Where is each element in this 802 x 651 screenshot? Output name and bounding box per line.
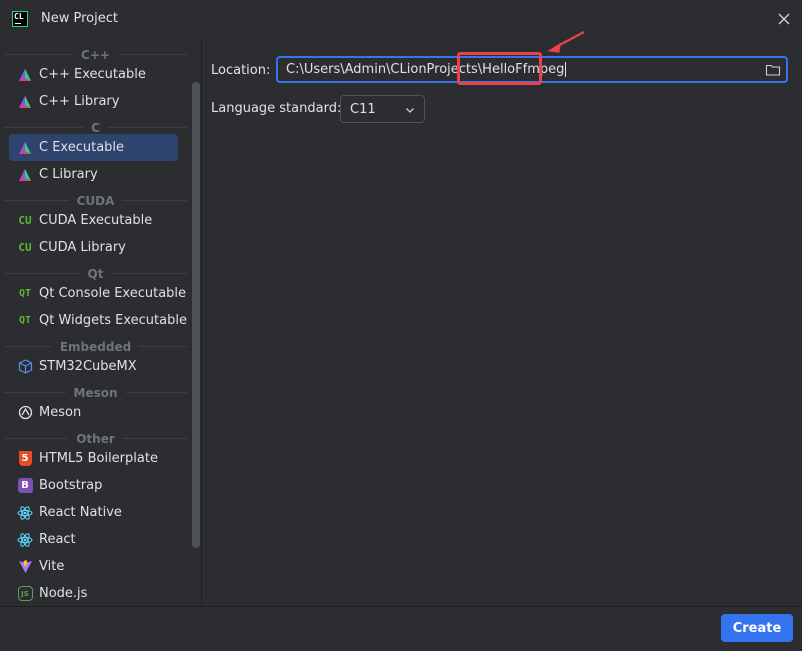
sidebar-item-cuda-library[interactable]: CU CUDA Library [9,234,178,261]
group-header: C [4,120,187,135]
chevron-down-icon [406,108,414,113]
sidebar-item-label: STM32CubeMX [39,359,137,374]
sidebar-item-c-executable[interactable]: C++ Executable [9,61,178,88]
sidebar-item-c-library[interactable]: C Library [9,161,178,188]
cube-icon [17,359,33,375]
sidebar-item-label: Bootstrap [39,478,103,493]
language-standard-value: C11 [350,101,376,117]
project-settings-panel [202,40,802,606]
sidebar-item-node-js[interactable]: JS Node.js [9,580,178,606]
sidebar-item-label: C Library [39,167,98,182]
bootstrap-icon: B [17,478,33,494]
clion-triangle-icon [17,94,33,110]
sidebar-item-qt-console-executable[interactable]: QT Qt Console Executable [9,280,186,307]
sidebar-item-stm32cubemx[interactable]: STM32CubeMX [9,353,178,380]
location-label: Location: [211,63,271,78]
location-input[interactable]: C:\Users\Admin\CLionProjects\HelloFfmpeg [276,56,788,83]
cuda-icon: CU [18,214,32,227]
text-cursor [565,62,567,77]
sidebar-item-label: C Executable [39,140,125,155]
sidebar-item-label: Vite [39,559,65,574]
sidebar-item-html5-boilerplate[interactable]: 5 HTML5 Boilerplate [9,445,178,472]
sidebar-item-label: C++ Executable [39,67,146,82]
group-header-label: Embedded [59,339,132,354]
language-standard-label: Language standard: [211,101,342,116]
folder-icon[interactable] [765,62,781,78]
sidebar-item-label: CUDA Library [39,240,126,255]
sidebar-item-react[interactable]: React [9,526,178,553]
vite-icon [17,559,33,575]
group-header-label: CUDA [76,193,115,208]
sidebar-item-meson[interactable]: Meson [9,399,178,426]
sidebar-item-bootstrap[interactable]: B Bootstrap [9,472,178,499]
group-header: Meson [4,385,187,400]
sidebar-item-label: React [39,532,76,547]
language-standard-select[interactable]: C11 [340,95,425,123]
sidebar-item-label: HTML5 Boilerplate [39,451,158,466]
clion-triangle-icon [17,167,33,183]
group-header: Embedded [4,339,187,354]
create-button[interactable]: Create [721,614,793,642]
sidebar-scrollbar[interactable] [192,82,200,548]
project-type-sidebar: C++ C++ Executable C++ Library C C Executabl… [0,40,202,606]
clion-triangle-icon [17,140,33,156]
sidebar-item-qt-widgets-executable[interactable]: QT Qt Widgets Executable [9,307,187,334]
react-icon [17,505,33,521]
group-header: CUDA [4,193,187,208]
group-header-label: C++ [81,47,110,62]
sidebar-item-label: React Native [39,505,122,520]
window-title: New Project [41,11,118,26]
clion-logo-icon: CL [12,11,28,27]
sidebar-item-label: Node.js [39,586,88,601]
group-header: Qt [4,266,187,281]
sidebar-item-c-executable[interactable]: C Executable [9,134,178,161]
title-bar: CL New Project [0,0,802,38]
html5-icon: 5 [17,451,33,467]
group-header: C++ [4,47,187,62]
location-input-value: C:\Users\Admin\CLionProjects\HelloFfmpeg [286,62,565,77]
nodejs-icon: JS [17,586,33,602]
sidebar-item-c-library[interactable]: C++ Library [9,88,178,115]
project-type-list: C++ C++ Executable C++ Library C C Executabl… [0,40,201,606]
group-header-label: Meson [73,385,118,400]
sidebar-item-label: CUDA Executable [39,213,153,228]
group-header-label: Qt [87,266,104,281]
close-icon[interactable] [776,11,792,27]
sidebar-item-react-native[interactable]: React Native [9,499,178,526]
cuda-icon: CU [18,241,32,254]
sidebar-item-label: Qt Widgets Executable [39,313,187,328]
sidebar-item-vite[interactable]: Vite [9,553,178,580]
sidebar-item-label: Meson [39,405,82,420]
dialog-footer [0,606,802,651]
qt-icon: QT [18,288,32,299]
sidebar-item-label: C++ Library [39,94,120,109]
group-header-label: Other [76,431,115,446]
meson-icon [17,405,33,421]
clion-triangle-icon [17,67,33,83]
group-header-label: C [91,120,100,135]
sidebar-item-cuda-executable[interactable]: CU CUDA Executable [9,207,178,234]
react-icon [17,532,33,548]
sidebar-item-label: Qt Console Executable [39,286,187,301]
group-header: Other [4,431,187,446]
qt-icon: QT [18,315,32,326]
